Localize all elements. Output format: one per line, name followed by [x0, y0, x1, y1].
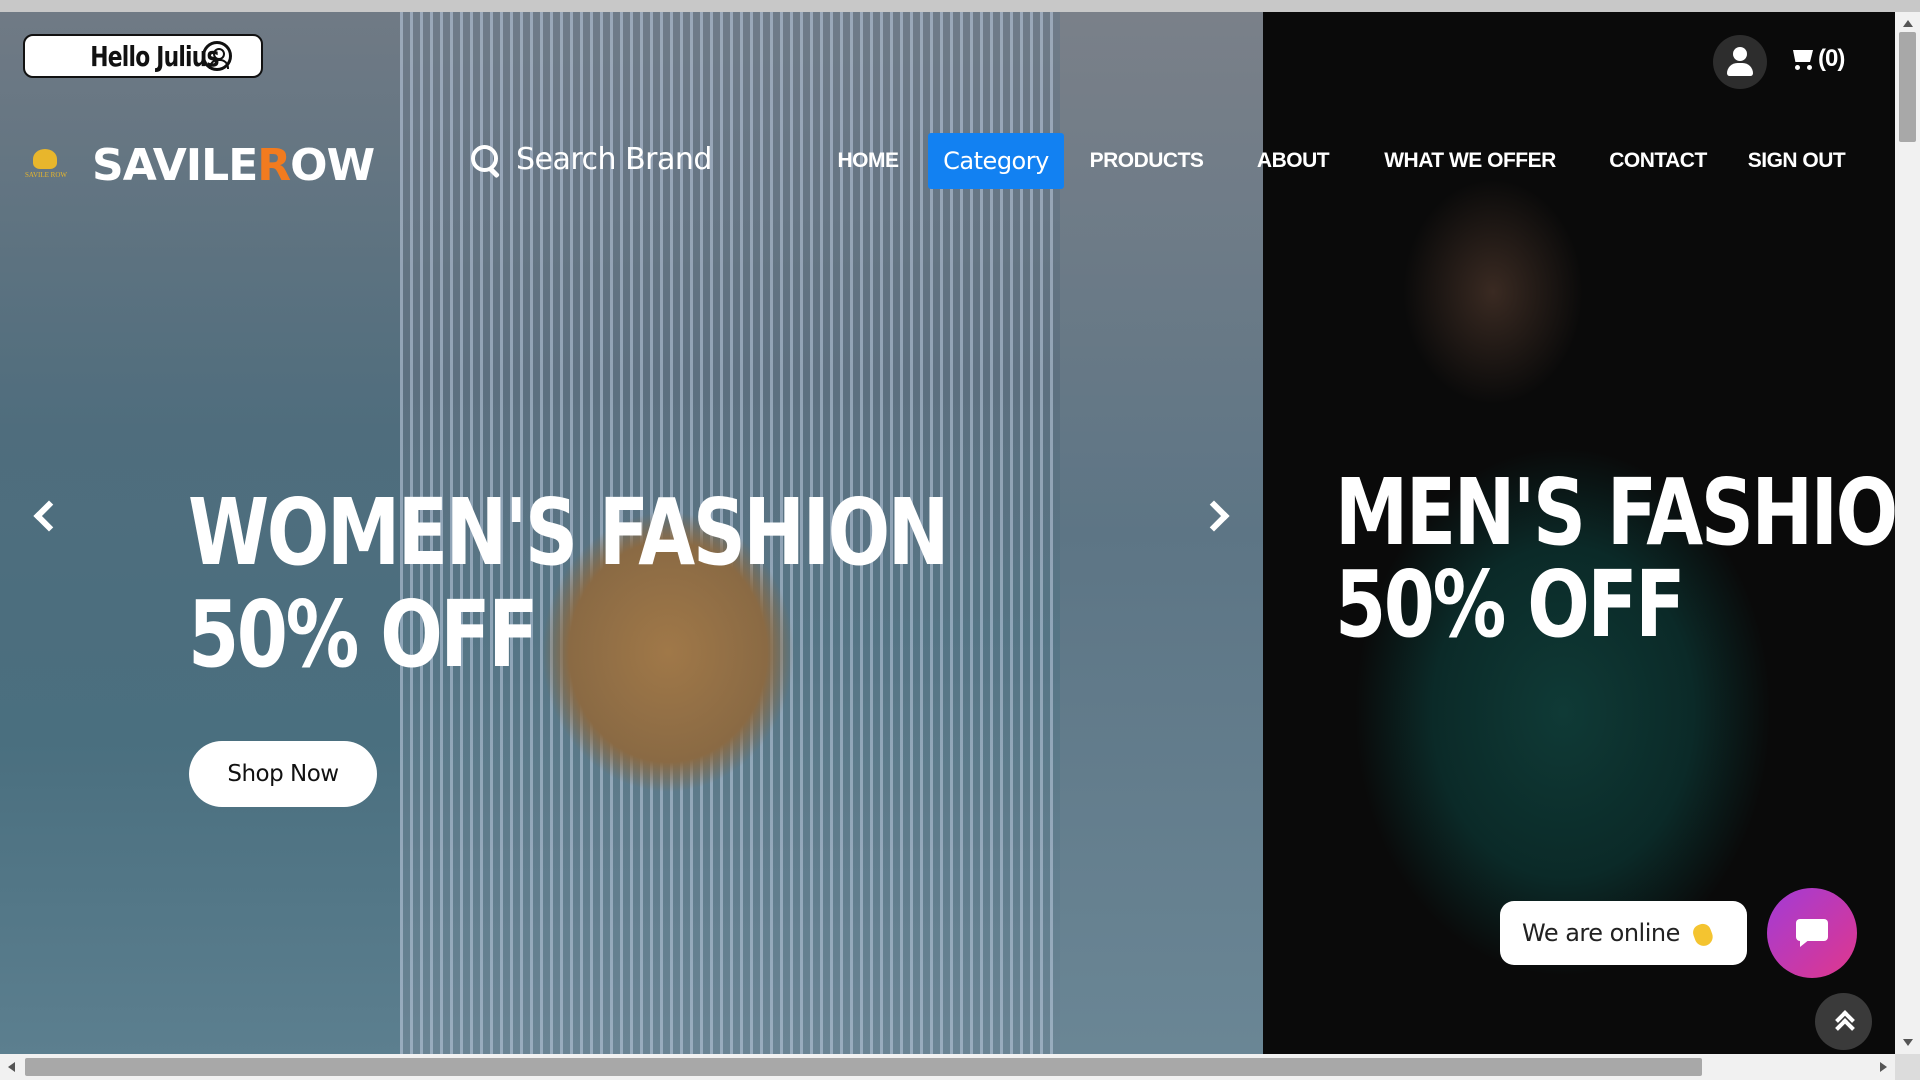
nav-products[interactable]: PRODUCTS: [1080, 133, 1213, 189]
page-viewport: Hello Julius (0) SAVILE ROW SAVILEROW Se…: [0, 12, 1895, 1054]
womens-hero-text: WOMEN'S FASHION 50% OFF: [188, 482, 1137, 686]
mens-hero-discount: 50% OFF: [1335, 551, 1686, 658]
browser-top-strip: [0, 0, 1920, 12]
cart-icon: [1790, 46, 1818, 72]
nav-about[interactable]: ABOUT: [1247, 133, 1339, 189]
womens-hero-discount: 50% OFF: [188, 581, 539, 688]
chevron-right-icon[interactable]: [1201, 495, 1231, 535]
lion-emblem-icon: SAVILE ROW: [22, 148, 70, 183]
chat-message: We are online: [1522, 919, 1680, 947]
chat-icon: [1796, 919, 1828, 947]
mens-hero-title: MEN'S FASHION: [1335, 459, 1895, 566]
chevron-left-icon[interactable]: [30, 495, 60, 535]
emblem-text: SAVILE ROW: [24, 170, 68, 179]
chat-button[interactable]: [1767, 888, 1857, 978]
scroll-up-icon[interactable]: [1903, 20, 1913, 27]
scroll-down-icon[interactable]: [1903, 1039, 1913, 1046]
horizontal-scrollbar[interactable]: [0, 1054, 1895, 1080]
site-logo[interactable]: SAVILE ROW SAVILEROW: [22, 140, 375, 191]
search-icon: [470, 144, 502, 176]
nav-category[interactable]: Category: [928, 133, 1064, 189]
cart-count: (0): [1818, 45, 1845, 72]
vertical-scroll-thumb[interactable]: [1899, 32, 1916, 142]
nav-contact[interactable]: CONTACT: [1603, 133, 1713, 189]
double-chevron-up-icon: [1834, 1011, 1854, 1033]
user-icon: [1727, 47, 1753, 77]
nav-home[interactable]: HOME: [823, 133, 913, 189]
cart-button[interactable]: (0): [1790, 42, 1845, 76]
search-placeholder: Search Brand: [516, 142, 712, 177]
hello-user-button[interactable]: Hello Julius: [23, 34, 263, 78]
scroll-to-top-button[interactable]: [1815, 993, 1872, 1050]
nav-what-we-offer[interactable]: WHAT WE OFFER: [1378, 133, 1562, 189]
scroll-left-icon[interactable]: [8, 1062, 15, 1072]
shop-now-button[interactable]: Shop Now: [189, 741, 377, 807]
logo-wordmark: SAVILEROW: [92, 140, 375, 191]
nav-sign-out[interactable]: SIGN OUT: [1741, 133, 1852, 189]
scroll-right-icon[interactable]: [1880, 1062, 1887, 1072]
user-circle-icon: [202, 41, 233, 71]
scrollbar-corner: [1895, 1054, 1920, 1080]
search-brand[interactable]: Search Brand: [470, 142, 712, 177]
womens-hero-title: WOMEN'S FASHION: [188, 479, 949, 586]
vertical-scrollbar[interactable]: [1895, 12, 1920, 1054]
greeting-text: Hello Julius: [89, 39, 219, 73]
mens-hero-text: MEN'S FASHION 50% OFF: [1335, 467, 1895, 651]
horizontal-scroll-thumb[interactable]: [25, 1058, 1702, 1076]
waving-hand-icon: [1688, 918, 1718, 948]
chat-online-bubble[interactable]: We are online: [1500, 901, 1747, 965]
account-button[interactable]: [1713, 35, 1767, 89]
